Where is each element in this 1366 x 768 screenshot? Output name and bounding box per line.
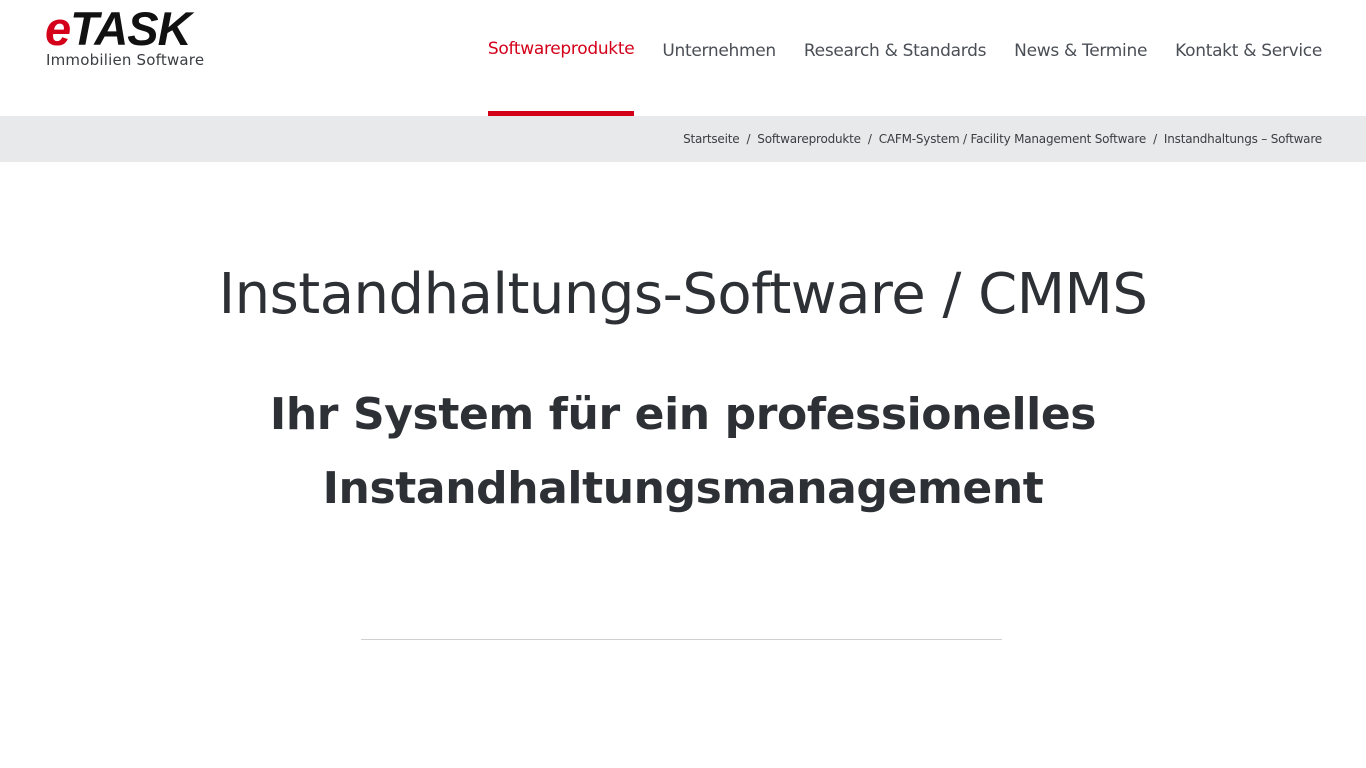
main-content: Instandhaltungs-Software / CMMS Ihr Syst…	[0, 162, 1366, 768]
breadcrumb-separator: /	[1153, 132, 1157, 146]
page-title: Instandhaltungs-Software / CMMS	[218, 262, 1148, 327]
logo-subtitle: Immobilien Software	[46, 51, 205, 69]
nav-item-softwareprodukte[interactable]: Softwareprodukte	[487, 0, 635, 116]
breadcrumb-bar: Startseite / Softwareprodukte / CAFM-Sys…	[0, 116, 1366, 162]
breadcrumb-cafm-system[interactable]: CAFM-System / Facility Management Softwa…	[879, 132, 1147, 146]
page-subtitle: Ihr System für ein professionelles Insta…	[233, 378, 1133, 526]
nav-item-research-standards[interactable]: Research & Standards	[804, 0, 987, 116]
breadcrumb-separator: /	[746, 132, 751, 146]
nav-item-news-termine[interactable]: News & Termine	[1014, 0, 1147, 116]
breadcrumb: Startseite / Softwareprodukte / CAFM-Sys…	[683, 132, 1322, 146]
main-nav: Softwareprodukte Unternehmen Research & …	[487, 0, 1322, 116]
logo-e: e	[45, 2, 71, 55]
content-divider	[361, 639, 1002, 640]
nav-item-kontakt-service[interactable]: Kontakt & Service	[1175, 0, 1322, 116]
breadcrumb-softwareprodukte[interactable]: Softwareprodukte	[757, 132, 861, 146]
logo-wordmark: eTASK	[45, 5, 192, 52]
site-header: eTASK Immobilien Software Softwareproduk…	[0, 0, 1366, 116]
nav-item-unternehmen[interactable]: Unternehmen	[662, 0, 776, 116]
breadcrumb-startseite[interactable]: Startseite	[683, 132, 740, 146]
breadcrumb-separator: /	[867, 132, 872, 146]
logo-task: TASK	[70, 2, 191, 55]
etask-logo[interactable]: eTASK Immobilien Software	[45, 5, 225, 72]
page-subtitle-line-2: Instandhaltungsmanagement	[322, 463, 1044, 514]
breadcrumb-current: Instandhaltungs – Software	[1163, 132, 1322, 146]
page-subtitle-line-1: Ihr System für ein professionelles	[269, 389, 1097, 440]
